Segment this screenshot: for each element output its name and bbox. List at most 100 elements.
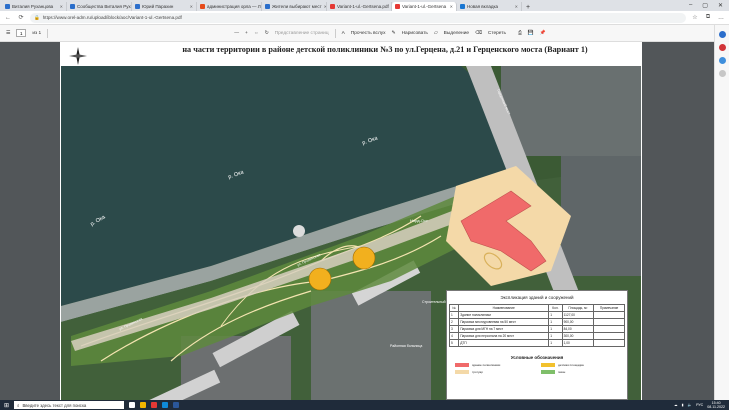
tab-favicon-icon	[135, 4, 140, 9]
zoom-out-button[interactable]: —	[234, 31, 239, 36]
browser-tab-bar: Виталия Руханцова ✕ Сообщества Виталия Рух…	[0, 0, 729, 11]
network-icon[interactable]: ▮	[682, 403, 684, 407]
new-tab-button[interactable]: +	[522, 4, 534, 11]
tab-4[interactable]: Жители выбирают мест ✕	[262, 2, 327, 11]
tab-close-icon[interactable]: ✕	[515, 4, 518, 9]
outlook-icon[interactable]	[718, 57, 726, 64]
tab-label: Виталия Руханцова	[12, 4, 54, 9]
table-cell	[593, 318, 625, 326]
close-icon[interactable]: ✕	[718, 2, 723, 9]
legend-row: тротуар газон	[447, 370, 627, 374]
table-row: 4 Парковка для персонала на 20 мест 1 300,0…	[448, 332, 625, 340]
office-icon[interactable]	[718, 44, 726, 51]
tab-3[interactable]: администрация орла — Л✕	[197, 2, 262, 11]
windows-start-icon[interactable]: ⊞	[4, 402, 9, 409]
draw-button[interactable]: Нарисовать	[402, 31, 428, 36]
document-title: на части территории в районе детской пол…	[182, 45, 588, 54]
tab-7[interactable]: Новая вкладка ✕	[457, 2, 522, 11]
rotate-icon[interactable]: ↻	[265, 31, 269, 36]
edge-icon[interactable]	[162, 402, 169, 408]
table-cell: 1	[548, 318, 563, 326]
table-cell: Здание поликлиники	[458, 311, 550, 319]
tab-favicon-icon	[395, 4, 400, 9]
favorites-icon[interactable]: ☆	[691, 14, 699, 21]
zoom-in-button[interactable]: +	[245, 31, 248, 36]
erase-button[interactable]: Стереть	[488, 31, 506, 36]
task-view-icon[interactable]	[129, 402, 136, 408]
highlight-button[interactable]: Выделение	[444, 31, 469, 36]
page-number-input[interactable]	[16, 29, 27, 37]
poi-label: Районная больница	[390, 344, 423, 348]
search-sidebar-icon[interactable]	[718, 31, 726, 38]
tab-close-icon[interactable]: ✕	[190, 4, 193, 9]
table-cell: 2	[448, 318, 460, 326]
legend-row: здание поликлиники детская площадка	[447, 363, 627, 367]
tab-5[interactable]: Variant-1-ul.-Gertsena.pdf✕	[327, 2, 392, 11]
search-icon: ⌕	[17, 402, 20, 408]
pdf-viewer[interactable]: на части территории в районе детской пол…	[0, 42, 714, 400]
table-header: Примечание	[593, 304, 625, 312]
volume-icon[interactable]: 🔈	[688, 403, 692, 407]
tab-1[interactable]: Сообщества Виталия Рух✕	[67, 2, 132, 11]
table-cell	[593, 339, 625, 347]
table-cell: 300,00	[561, 332, 595, 340]
weather-icon[interactable]: ☁	[674, 403, 678, 407]
table-header: Площадь, м²	[561, 304, 595, 312]
system-tray: ☁ ▮ 🔈 РУС 15:40 08.11.2022	[674, 401, 729, 409]
clock-date: 08.11.2022	[707, 405, 725, 409]
word-icon[interactable]	[173, 402, 180, 408]
taskbar-search[interactable]: ⌕ Введите здесь текст для поиска	[14, 401, 125, 409]
pdf-toolbar: ☰ из 1 — + ⇔ ↻ Представление страниц A П…	[0, 25, 729, 42]
back-icon[interactable]: ←	[4, 15, 12, 21]
highlight-icon: ▱	[433, 30, 438, 36]
add-sidebar-icon[interactable]	[718, 70, 726, 77]
tab-2[interactable]: Юрий Парахин ✕	[132, 2, 197, 11]
language-indicator[interactable]: РУС	[696, 403, 703, 407]
url-field[interactable]: 🔒 https://www.orel-adm.ru/upload/iblock/…	[30, 12, 686, 23]
legend-item: здание поликлиники	[455, 363, 533, 367]
menu-icon[interactable]: …	[717, 15, 725, 21]
tab-label: Variant-1-ul.-Gertsena.pdf	[337, 4, 389, 9]
table-cell: 1,00	[561, 339, 595, 347]
pin-icon[interactable]: 📌	[540, 31, 546, 36]
table-header: Кол.	[548, 304, 563, 312]
maximize-icon[interactable]: ▢	[702, 2, 708, 9]
contents-icon[interactable]: ☰	[6, 31, 10, 36]
tab-label: Юрий Парахин	[142, 4, 174, 9]
tab-label: Сообщества Виталия Рух	[77, 4, 131, 9]
tab-favicon-icon	[70, 4, 75, 9]
legend-label: здание поликлиники	[472, 363, 501, 367]
tab-close-icon[interactable]: ✕	[450, 4, 453, 9]
explorer-icon[interactable]	[140, 402, 147, 408]
collections-icon[interactable]: ⧉	[704, 14, 712, 21]
tab-favicon-icon	[265, 4, 270, 9]
legend-swatch	[455, 363, 469, 367]
read-aloud-button[interactable]: Прочесть вслух	[351, 31, 386, 36]
tab-close-icon[interactable]: ✕	[60, 4, 63, 9]
table-cell: Парковка для персонала на 20 мест	[458, 332, 550, 340]
fit-page-icon[interactable]: ⇔	[254, 31, 259, 36]
table-cell: 1	[548, 325, 563, 333]
legend-swatch	[455, 370, 469, 374]
tab-0[interactable]: Виталия Руханцова ✕	[2, 2, 67, 11]
minimize-icon[interactable]: –	[689, 2, 692, 9]
save-icon[interactable]: 💾	[528, 31, 534, 36]
url-text: https://www.orel-adm.ru/upload/iblock/ao…	[42, 15, 182, 20]
print-icon[interactable]: ⎙	[518, 30, 522, 36]
table-cell: 1	[548, 332, 563, 340]
clock[interactable]: 15:40 08.11.2022	[707, 401, 725, 409]
tab-favicon-icon	[5, 4, 10, 9]
page-view-button[interactable]: Представление страниц	[275, 31, 329, 36]
refresh-icon[interactable]: ⟳	[17, 14, 25, 21]
tab-label: Variant-1-ul.-Gertsena	[402, 4, 447, 9]
table-cell: 1	[548, 339, 563, 347]
divider	[47, 28, 49, 38]
explication-table: № Наименование Кол. Площадь, м² Примечание 1…	[448, 304, 625, 347]
table-cell: 4	[448, 332, 460, 340]
table-cell: 1	[548, 311, 563, 319]
tab-6[interactable]: Variant-1-ul.-Gertsena ✕	[392, 2, 457, 11]
tab-label: Жители выбирают мест	[272, 4, 322, 9]
legend-item: детская площадка	[541, 363, 619, 367]
opera-icon[interactable]	[151, 402, 158, 408]
page-total: из 1	[32, 30, 42, 36]
